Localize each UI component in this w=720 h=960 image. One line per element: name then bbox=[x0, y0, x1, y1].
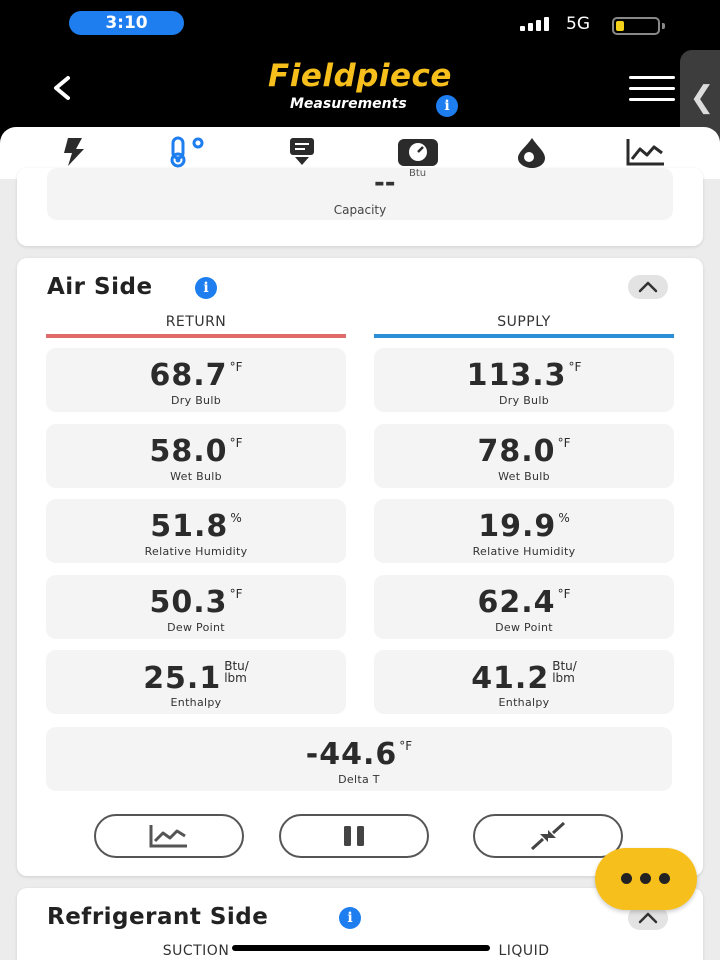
info-icon[interactable]: i bbox=[195, 277, 217, 299]
nav-trends[interactable] bbox=[624, 135, 664, 169]
chevron-up-icon bbox=[638, 912, 658, 924]
supply-dew-point: 62.4 °F Dew Point bbox=[374, 575, 674, 639]
nav-report[interactable] bbox=[283, 135, 323, 169]
chevron-left-icon bbox=[54, 76, 70, 100]
supply-dry-bulb: 113.3 °F Dry Bulb bbox=[374, 348, 674, 412]
section-title: Air Side bbox=[47, 274, 153, 300]
menu-button[interactable] bbox=[629, 76, 675, 102]
return-heading: RETURN bbox=[165, 314, 227, 330]
subtitle-text: Measurements bbox=[290, 96, 407, 112]
chevron-up-icon bbox=[638, 281, 658, 293]
home-indicator bbox=[232, 945, 490, 951]
back-button[interactable] bbox=[44, 70, 80, 106]
status-time: 3:10 bbox=[69, 11, 184, 35]
supply-enthalpy: 41.2 Btu/lbm Enthalpy bbox=[374, 650, 674, 714]
info-icon[interactable]: i bbox=[436, 95, 458, 117]
nav-temperature[interactable] bbox=[165, 135, 205, 169]
return-wet-bulb: 58.0 °F Wet Bulb bbox=[46, 424, 346, 488]
nav-gauge[interactable] bbox=[396, 135, 438, 169]
pause-button[interactable] bbox=[279, 814, 429, 858]
lightning-icon bbox=[64, 138, 84, 166]
delta-t: -44.6 °F Delta T bbox=[46, 727, 672, 791]
supply-relative-humidity: 19.9% Relative Humidity bbox=[374, 499, 674, 563]
section-title: Refrigerant Side bbox=[47, 904, 269, 930]
network-type: 5G bbox=[566, 14, 590, 34]
page-subtitle: Measurements i bbox=[290, 95, 458, 117]
minimize-arrows-icon bbox=[530, 821, 566, 851]
chart-icon bbox=[149, 825, 187, 848]
scale-gauge-icon bbox=[398, 139, 438, 166]
capacity-card: -- Btu Capacity bbox=[17, 168, 703, 246]
flame-drop-icon bbox=[518, 138, 545, 168]
supply-underline bbox=[374, 334, 674, 338]
return-enthalpy: 25.1 Btu/lbm Enthalpy bbox=[46, 650, 346, 714]
supply-wet-bulb: 78.0 °F Wet Bulb bbox=[374, 424, 674, 488]
minimize-button[interactable] bbox=[473, 814, 623, 858]
capacity-label: Capacity bbox=[333, 203, 387, 217]
capacity-value: -- bbox=[374, 168, 396, 198]
collapse-button[interactable] bbox=[628, 275, 668, 299]
capacity-tile: -- Btu Capacity bbox=[47, 168, 673, 220]
supply-heading: SUPPLY bbox=[497, 314, 551, 330]
pause-icon bbox=[344, 826, 364, 846]
info-icon[interactable]: i bbox=[339, 907, 361, 929]
chart-icon bbox=[626, 139, 664, 166]
graph-button[interactable] bbox=[94, 814, 244, 858]
air-side-card: Air Side i RETURN SUPPLY 68.7 °F Dry Bulb… bbox=[17, 258, 703, 876]
signal-strength-icon bbox=[520, 17, 549, 31]
document-download-icon bbox=[290, 138, 314, 165]
nav-refrigerant[interactable] bbox=[512, 135, 552, 169]
thermometer-icon bbox=[170, 136, 204, 168]
fieldpiece-logo: Fieldpiece bbox=[268, 58, 452, 94]
return-dry-bulb: 68.7 °F Dry Bulb bbox=[46, 348, 346, 412]
return-dew-point: 50.3 °F Dew Point bbox=[46, 575, 346, 639]
battery-icon bbox=[612, 17, 665, 35]
more-options-button[interactable] bbox=[595, 848, 697, 910]
capacity-unit: Btu bbox=[409, 168, 427, 179]
return-underline bbox=[46, 334, 346, 338]
return-relative-humidity: 51.8% Relative Humidity bbox=[46, 499, 346, 563]
nav-electrical[interactable] bbox=[54, 135, 94, 169]
